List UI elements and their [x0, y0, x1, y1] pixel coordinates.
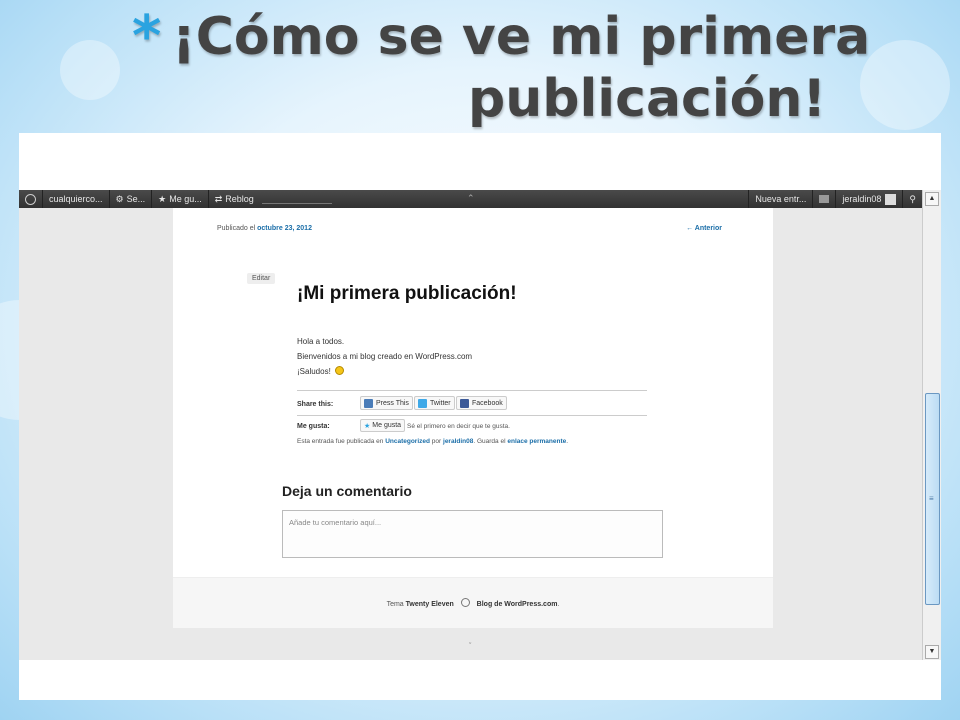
admin-bar-user[interactable]: jeraldin08 — [835, 190, 902, 208]
footer-end: . — [557, 601, 560, 608]
admin-bar-reblog-label: Reblog — [225, 194, 254, 204]
admin-bar-input[interactable] — [261, 194, 332, 204]
admin-bar-like[interactable]: ★ Me gu... — [152, 190, 209, 208]
background-bubble — [860, 40, 950, 130]
twitter-icon — [418, 398, 427, 408]
edit-button[interactable]: Editar — [247, 273, 276, 284]
comment-input[interactable]: Añade tu comentario aquí... — [282, 510, 663, 558]
previous-post-link[interactable]: ← Anterior — [686, 225, 722, 232]
notifications-icon — [819, 195, 830, 203]
browser-viewport: cualquierco... ⚙ Se... ★ Me gu... ⇄ Rebl… — [19, 190, 941, 660]
screenshot-frame: cualquierco... ⚙ Se... ★ Me gu... ⇄ Rebl… — [19, 133, 941, 700]
like-button[interactable]: ★ Me gusta — [360, 419, 406, 432]
vertical-scrollbar[interactable]: ▲ ≡ ▼ — [922, 190, 941, 660]
post-body-line: ¡Saludos! — [297, 364, 472, 379]
admin-bar-reblog[interactable]: ⇄ Reblog — [209, 190, 338, 208]
admin-bar: cualquierco... ⚙ Se... ★ Me gu... ⇄ Rebl… — [19, 190, 922, 208]
entry-footer-prefix: Esta entrada fue publicada en — [297, 438, 384, 445]
entry-footer: Esta entrada fue publicada en Uncategori… — [297, 438, 568, 445]
post-body: Hola a todos. Bienvenidos a mi blog crea… — [297, 334, 472, 379]
published-prefix: Publicado el — [217, 225, 256, 232]
post-date-link[interactable]: octubre 23, 2012 — [257, 225, 312, 232]
scrollbar-thumb[interactable]: ≡ — [925, 393, 940, 605]
permalink-link[interactable]: enlace permanente — [507, 438, 566, 445]
like-label: Me gusta: — [297, 423, 330, 430]
blog-page: Publicado el octubre 23, 2012 ← Anterior… — [173, 208, 773, 628]
facebook-button[interactable]: Facebook — [456, 396, 507, 410]
gear-icon: ⚙ — [115, 193, 124, 204]
wordpress-icon — [460, 598, 470, 607]
admin-bar-notifications[interactable] — [812, 190, 835, 208]
slide-title-line1: ¡Cómo se ve mi primera — [172, 7, 871, 67]
author-link[interactable]: jeraldin08 — [443, 438, 473, 445]
admin-bar-search[interactable]: ⚲ — [902, 190, 922, 208]
asterisk-bullet-icon: * — [132, 4, 162, 69]
admin-bar-site[interactable]: cualquierco... — [43, 190, 110, 208]
admin-bar-user-label: jeraldin08 — [842, 194, 882, 204]
star-icon: ★ — [364, 422, 371, 430]
star-icon: ★ — [158, 193, 167, 204]
search-icon: ⚲ — [909, 193, 916, 204]
chevron-down-icon: ˇ — [469, 643, 472, 650]
share-label: Share this: — [297, 401, 334, 408]
post-body-greeting: ¡Saludos! — [297, 367, 331, 376]
wordpress-icon — [25, 193, 36, 205]
scroll-up-button[interactable]: ▲ — [925, 192, 939, 206]
theme-link[interactable]: Twenty Eleven — [406, 601, 454, 608]
admin-bar-right: Nueva entr... jeraldin08 ⚲ — [748, 190, 922, 208]
like-text: Sé el primero en decir que te gusta. — [407, 423, 510, 430]
post-body-line: Bienvenidos a mi blog creado en WordPres… — [297, 352, 473, 361]
footer-text: Tema Twenty Eleven Blog de WordPress.com… — [173, 598, 773, 608]
footer-theme-prefix: Tema — [386, 601, 404, 608]
scroll-down-button[interactable]: ▼ — [925, 645, 939, 659]
category-link[interactable]: Uncategorized — [385, 438, 430, 445]
entry-footer-by: por — [431, 438, 442, 445]
slide-title-line2: publicación! — [468, 69, 827, 129]
wordpress-com-link[interactable]: Blog de WordPress.com — [477, 601, 558, 608]
divider — [297, 390, 647, 391]
like-button-label: Me gusta — [372, 422, 402, 429]
background-bubble — [60, 40, 120, 100]
facebook-label: Facebook — [472, 399, 503, 407]
smiley-icon — [335, 366, 345, 375]
post-meta: Publicado el octubre 23, 2012 — [217, 225, 312, 232]
collapse-icon[interactable]: ⌃ — [467, 193, 475, 204]
comment-placeholder: Añade tu comentario aquí... — [289, 518, 382, 527]
grip-icon: ≡ — [929, 494, 934, 503]
divider — [297, 415, 647, 416]
facebook-icon — [460, 398, 469, 408]
admin-bar-item-label: Se... — [126, 194, 146, 204]
site-footer: Tema Twenty Eleven Blog de WordPress.com… — [173, 577, 773, 628]
entry-footer-end: . — [566, 438, 569, 445]
admin-bar-new-entry[interactable]: Nueva entr... — [748, 190, 812, 208]
post-body-line: Hola a todos. — [297, 337, 345, 346]
wordpress-logo-button[interactable] — [19, 190, 43, 208]
entry-footer-save: . Guarda el — [473, 438, 506, 445]
comment-heading: Deja un comentario — [282, 483, 412, 499]
reblog-icon: ⇄ — [214, 193, 223, 204]
admin-bar-item[interactable]: ⚙ Se... — [110, 190, 153, 208]
press-this-label: Press This — [376, 399, 409, 407]
press-this-button[interactable]: Press This — [360, 396, 413, 410]
avatar — [885, 193, 897, 205]
post-title: ¡Mi primera publicación! — [297, 283, 517, 304]
admin-bar-like-label: Me gu... — [169, 194, 202, 204]
press-this-icon — [364, 398, 373, 408]
twitter-label: Twitter — [430, 399, 451, 407]
twitter-button[interactable]: Twitter — [414, 396, 455, 410]
